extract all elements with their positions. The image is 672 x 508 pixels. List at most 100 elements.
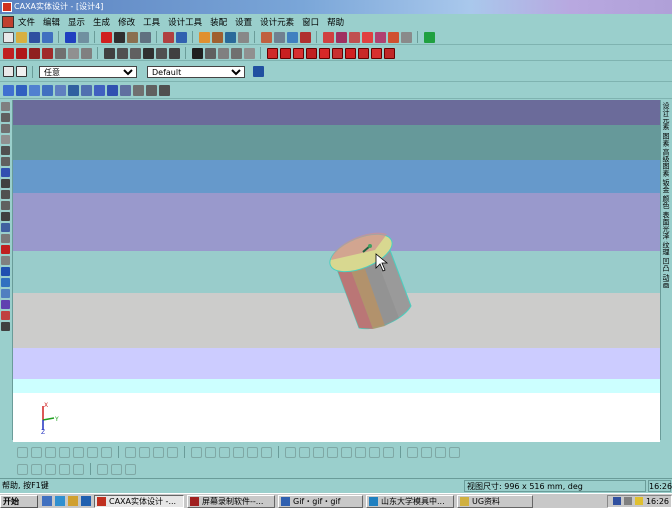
camera-icon[interactable] (238, 31, 249, 43)
pencil-icon[interactable] (1, 245, 10, 254)
print-icon[interactable] (42, 31, 53, 43)
measure-icon[interactable] (401, 31, 412, 43)
style-select[interactable]: Default (147, 65, 245, 78)
orbit-icon[interactable] (94, 85, 105, 96)
save-icon[interactable] (29, 31, 40, 43)
light-icon[interactable] (225, 31, 236, 43)
line-tool-icon[interactable] (17, 446, 28, 458)
move-icon[interactable] (1, 102, 10, 111)
pan-view-icon[interactable] (287, 31, 298, 43)
cut-icon[interactable] (101, 31, 112, 43)
copy-icon[interactable] (114, 31, 125, 43)
face-offset-icon[interactable] (169, 47, 180, 59)
design-viewport[interactable]: X Y Z (13, 100, 660, 442)
sketch-text-icon[interactable] (97, 463, 108, 475)
dynamic-zoom-icon[interactable] (133, 85, 144, 96)
cone-icon[interactable] (1, 311, 10, 320)
view-iso-icon[interactable] (81, 85, 92, 96)
menu-design-tools[interactable]: 设计工具 (168, 16, 202, 28)
star-tool-icon[interactable] (383, 446, 394, 458)
red-box-icon[interactable] (332, 47, 343, 59)
scale-icon[interactable] (117, 47, 128, 59)
focus-icon[interactable] (1, 212, 10, 221)
desktop-icon[interactable] (42, 496, 52, 506)
sketch-point-icon[interactable] (111, 463, 122, 475)
revolve-icon[interactable] (16, 47, 27, 59)
view-back-icon[interactable] (16, 85, 27, 96)
face-move-icon[interactable] (156, 47, 167, 59)
red-box-icon[interactable] (345, 47, 356, 59)
sketch-circle-icon[interactable] (31, 463, 42, 475)
circle-tool-icon[interactable] (45, 446, 56, 458)
design-element-tabs[interactable]: 设计元素 图素 高级图素 钣金 颜色 表面光泽 纹理 凹凸 动画 (660, 100, 672, 440)
menu-window[interactable]: 窗口 (302, 16, 319, 28)
wireframe-icon[interactable] (336, 31, 347, 43)
app-icon[interactable] (2, 2, 12, 12)
shell-icon[interactable] (55, 47, 66, 59)
design-element-tab-labels[interactable]: 设计元素 图素 高级图素 钣金 颜色 表面光泽 纹理 凹凸 动画 (661, 100, 671, 288)
pencil-icon[interactable] (192, 47, 203, 59)
point-tool-icon[interactable] (327, 446, 338, 458)
menu-view[interactable]: 显示 (68, 16, 85, 28)
hidden-line-icon[interactable] (349, 31, 360, 43)
loft-icon[interactable] (42, 47, 53, 59)
pointer-icon[interactable] (3, 66, 14, 77)
angle-dim-icon[interactable] (299, 446, 310, 458)
split-icon[interactable] (130, 47, 141, 59)
polygon-tool-icon[interactable] (87, 446, 98, 458)
blend-icon[interactable] (81, 47, 92, 59)
grid-icon[interactable] (1, 278, 10, 287)
arc-icon[interactable] (218, 47, 229, 59)
red-box-icon[interactable] (306, 47, 317, 59)
menu-modify[interactable]: 修改 (118, 16, 135, 28)
network-icon[interactable] (612, 497, 621, 505)
sketch-slot-icon[interactable] (73, 463, 84, 475)
fly-icon[interactable] (1, 190, 10, 199)
select-arrow-icon[interactable] (163, 31, 174, 43)
view-bottom-icon[interactable] (68, 85, 79, 96)
qq-icon[interactable] (634, 497, 643, 505)
shaded-icon[interactable] (323, 31, 334, 43)
circle-3pt-icon[interactable] (341, 446, 352, 458)
draft-icon[interactable] (68, 47, 79, 59)
gear-icon[interactable] (369, 446, 380, 458)
new-file-icon[interactable] (3, 31, 14, 43)
filter-select[interactable]: 任意 (39, 65, 137, 78)
cube-icon[interactable] (1, 289, 10, 298)
red-box-icon[interactable] (267, 47, 278, 59)
task-recorder[interactable]: 屏幕录制软件--... (187, 494, 275, 508)
curve-icon[interactable] (231, 47, 242, 59)
menu-tools[interactable]: 工具 (143, 16, 160, 28)
red-box-icon[interactable] (293, 47, 304, 59)
ie-icon[interactable] (55, 496, 65, 506)
spline-tool-icon[interactable] (73, 446, 84, 458)
menu-design-elements[interactable]: 设计元素 (260, 16, 294, 28)
smart-snap-icon[interactable] (424, 31, 435, 43)
angle-icon[interactable] (159, 85, 170, 96)
line-icon[interactable] (205, 47, 216, 59)
sweep-icon[interactable] (29, 47, 40, 59)
chamfer-icon[interactable] (104, 47, 115, 59)
folder-icon[interactable] (68, 496, 78, 506)
extrude-icon[interactable] (3, 47, 14, 59)
undo-icon[interactable] (65, 31, 76, 43)
spin-icon[interactable] (1, 135, 10, 144)
zoom-window-icon[interactable] (1, 157, 10, 166)
view-front-icon[interactable] (3, 85, 14, 96)
sketch-arc-icon[interactable] (45, 463, 56, 475)
redo-icon[interactable] (78, 31, 89, 43)
view-right-icon[interactable] (42, 85, 53, 96)
menu-assembly[interactable]: 装配 (210, 16, 227, 28)
finish-sketch-icon[interactable] (449, 446, 460, 458)
coincident-icon[interactable] (247, 446, 258, 458)
extend-tool-icon[interactable] (139, 446, 150, 458)
equal-icon[interactable] (261, 446, 272, 458)
red-box-icon[interactable] (280, 47, 291, 59)
target-icon[interactable] (146, 85, 157, 96)
radius-dim-icon[interactable] (313, 446, 324, 458)
project-icon[interactable] (407, 446, 418, 458)
sketch-icon[interactable] (1, 256, 10, 265)
tangent-icon[interactable] (233, 446, 244, 458)
smooth-icon[interactable] (362, 31, 373, 43)
dimension-tool-icon[interactable] (285, 446, 296, 458)
